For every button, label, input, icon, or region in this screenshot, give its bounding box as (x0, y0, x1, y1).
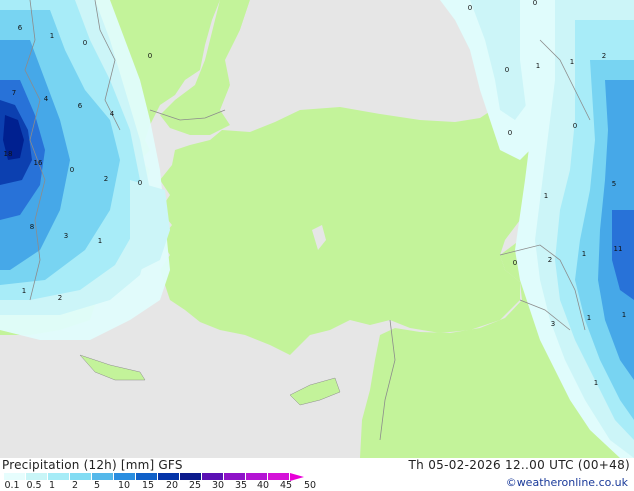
precip-value-label: 5 (612, 180, 616, 188)
legend-tick: 0.1 (4, 480, 20, 491)
precip-value-label: 2 (548, 256, 552, 264)
precip-value-label: 1 (587, 314, 591, 322)
precip-value-label: 0 (138, 179, 142, 187)
legend-tick: 45 (279, 480, 293, 491)
legend-tick: 35 (234, 480, 248, 491)
legend-tick: 1 (48, 480, 56, 491)
precip-value-label: 6 (18, 24, 23, 32)
legend-tick: 50 (303, 480, 317, 491)
legend-swatch (224, 473, 246, 480)
legend-tick: 20 (165, 480, 179, 491)
precip-value-label: 8 (30, 223, 34, 231)
legend-swatch (70, 473, 92, 480)
footer: Precipitation (12h) [mm] GFS Th 05-02-20… (0, 458, 634, 491)
precip-value-label: 1 (50, 32, 54, 40)
legend-swatch (136, 473, 158, 480)
precip-value-label: 1 (594, 379, 598, 387)
precip-value-label: 4 (44, 95, 49, 103)
legend-tick: 15 (141, 480, 155, 491)
precip-value-label: 2 (602, 52, 606, 60)
precip-value-label: 1 (570, 58, 574, 66)
precip-value-label: 0 (505, 66, 509, 74)
precip-value-label: 6 (78, 102, 83, 110)
precip-value-label: 0 (83, 39, 87, 47)
precipitation-map: 6 1 0 0 0 0 1 1 2 7 4 6 4 18 16 0 2 0 0 0 8 3 1 1 2 1 5 0 2 0 11 1 3 1 1 1 (0, 0, 634, 458)
precip-value-label: 1 (544, 192, 548, 200)
precip-value-label: 4 (110, 110, 115, 118)
precip-value-label: 0 (533, 0, 537, 7)
precip-value-label: 0 (508, 129, 512, 137)
legend-swatch (268, 473, 290, 480)
legend-tick: 5 (93, 480, 101, 491)
color-legend (4, 472, 304, 481)
precip-value-label: 3 (64, 232, 68, 240)
valid-time: Th 05-02-2026 12..00 UTC (00+48) (408, 458, 630, 472)
legend-tick: 40 (256, 480, 270, 491)
precip-value-label: 2 (58, 294, 62, 302)
legend-swatch (26, 473, 48, 480)
legend-tick: 25 (188, 480, 202, 491)
legend-swatch (48, 473, 70, 480)
precip-value-label: 0 (468, 4, 472, 12)
legend-tick: 30 (211, 480, 225, 491)
legend-tick: 10 (117, 480, 131, 491)
chart-title: Precipitation (12h) [mm] GFS (2, 458, 183, 472)
legend-swatch (92, 473, 114, 480)
legend-swatch (202, 473, 224, 480)
precip-value-label: 0 (513, 259, 517, 267)
precip-value-label: 0 (70, 166, 74, 174)
legend-tick: 2 (71, 480, 79, 491)
legend-swatch (4, 473, 26, 480)
precip-value-label: 1 (582, 250, 586, 258)
legend-ticks: 0.1 0.5 1 2 5 10 15 20 25 30 35 40 45 50 (0, 480, 340, 491)
legend-swatch (246, 473, 268, 480)
precip-value-label: 11 (614, 245, 623, 253)
legend-tick: 0.5 (26, 480, 42, 491)
precip-value-label: 1 (536, 62, 540, 70)
precip-value-label: 1 (622, 311, 626, 319)
legend-swatch (158, 473, 180, 480)
precip-value-label: 18 (4, 150, 13, 158)
precip-value-label: 1 (22, 287, 26, 295)
precip-value-label: 3 (551, 320, 555, 328)
precip-value-label: 16 (34, 159, 43, 167)
precip-value-label: 1 (98, 237, 102, 245)
precip-value-label: 7 (12, 89, 16, 97)
precip-value-label: 0 (148, 52, 152, 60)
copyright-link[interactable]: ©weatheronline.co.uk (506, 476, 628, 489)
land-anatolia (160, 107, 525, 355)
precip-value-label: 2 (104, 175, 108, 183)
legend-swatch (114, 473, 136, 480)
legend-swatch (180, 473, 202, 480)
precip-value-label: 0 (573, 122, 577, 130)
